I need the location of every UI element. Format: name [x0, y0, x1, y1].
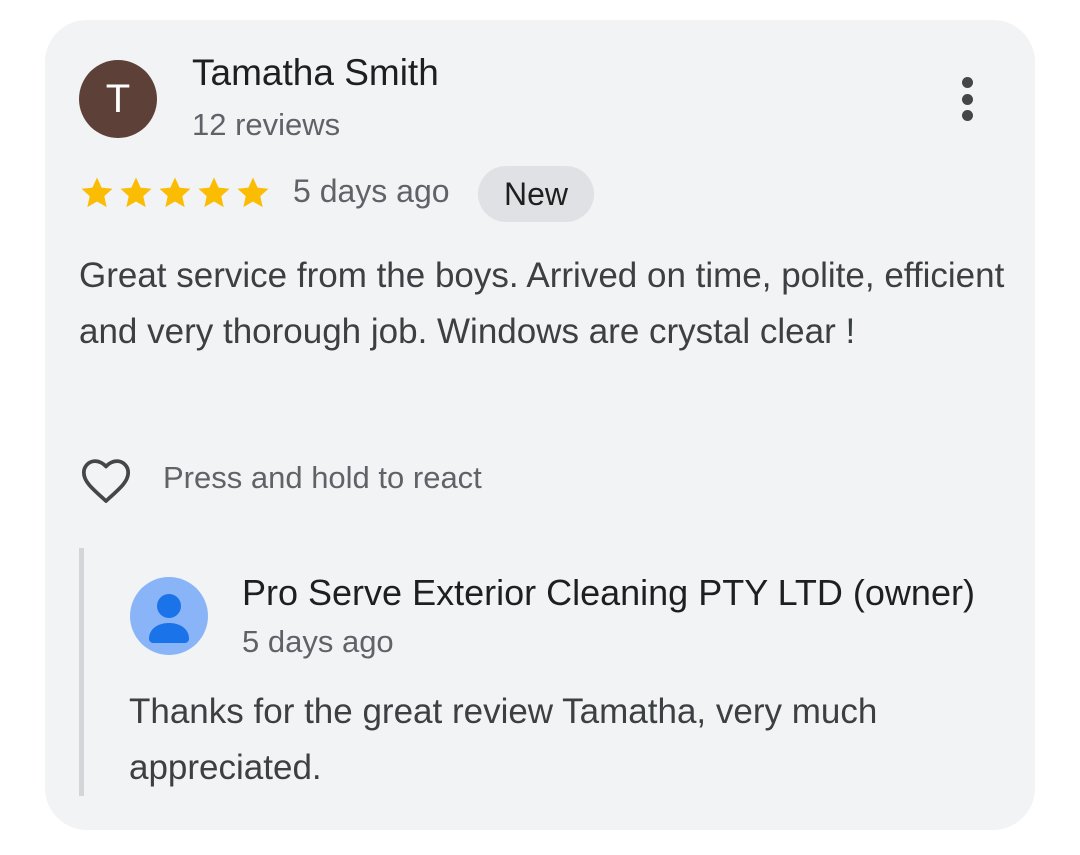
more-vert-icon-dot	[961, 110, 973, 121]
star-icon	[120, 177, 152, 208]
react-hint: Press and hold to react	[163, 460, 482, 495]
star-icon	[81, 177, 113, 208]
reviewer-review-count: 12 reviews	[192, 107, 341, 142]
owner-avatar-icon	[130, 577, 208, 655]
reply-text: Thanks for the great review Tamatha, ver…	[129, 692, 878, 787]
owner-name: Pro Serve Exterior Cleaning PTY LTD (own…	[242, 572, 975, 613]
new-badge: New	[478, 166, 594, 222]
owner-avatar-head	[157, 594, 181, 618]
reviewer-name[interactable]: Tamatha Smith	[192, 52, 439, 94]
star-rating	[78, 174, 272, 212]
more-options-button[interactable]	[945, 74, 989, 124]
reviewer-avatar[interactable]: T	[79, 60, 157, 138]
star-icon	[159, 177, 191, 208]
review-text: Great service from the boys. Arrived on …	[79, 256, 1005, 351]
reply-divider	[79, 548, 84, 796]
more-vert-icon-dot	[961, 93, 973, 105]
star-icon	[198, 177, 230, 208]
reply-date: 5 days ago	[242, 624, 394, 659]
more-vert-icon-dot	[961, 77, 973, 88]
heart-outline-icon[interactable]	[78, 453, 134, 509]
review-card: T Tamatha Smith 12 reviews 5 days ago Ne…	[45, 20, 1035, 830]
star-icon	[237, 177, 269, 208]
review-date: 5 days ago	[293, 173, 450, 209]
